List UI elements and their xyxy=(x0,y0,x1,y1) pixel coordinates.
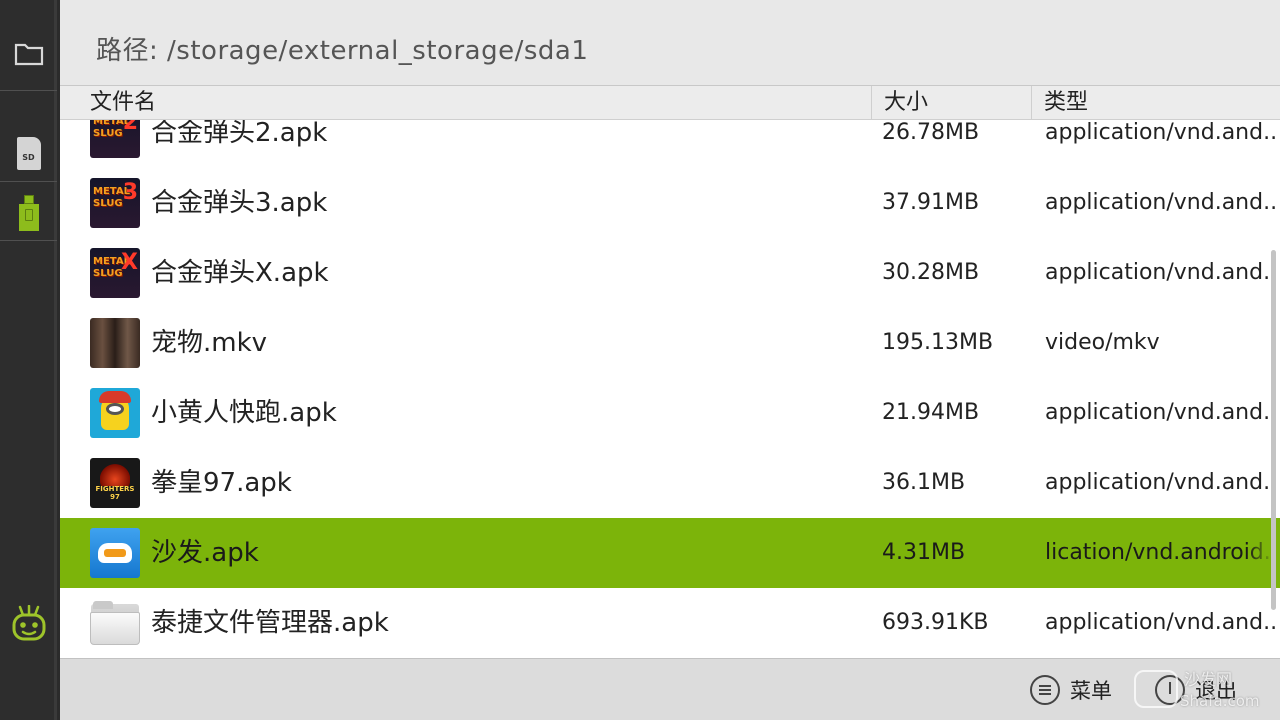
watermark-logo-icon xyxy=(1134,670,1178,708)
watermark-line1: 沙发网 xyxy=(1184,670,1233,689)
file-size: 693.91KB xyxy=(882,610,989,635)
file-name: 合金弹头2.apk xyxy=(151,120,328,148)
watermark: 沙发网 Shafa.com xyxy=(1130,664,1275,718)
file-type: application/vnd.and... xyxy=(1045,120,1275,145)
file-type: application/vnd.and... xyxy=(1045,190,1275,215)
file-row[interactable]: 泰捷文件管理器.apk 693.91KB application/vnd.and… xyxy=(60,588,1280,658)
path-bar: 路径: /storage/external_storage/sda1 xyxy=(60,0,1280,86)
sidebar-robot-button[interactable] xyxy=(0,600,57,648)
current-path: 路径: /storage/external_storage/sda1 xyxy=(96,30,588,67)
metal-slug-2-icon: METAL SLUG 2 xyxy=(90,120,140,158)
file-size: 37.91MB xyxy=(882,190,980,215)
file-type: application/vnd.and... xyxy=(1045,260,1275,285)
watermark-line2: Shafa.com xyxy=(1180,692,1260,710)
path-label: 路径: xyxy=(96,36,159,66)
sidebar-divider xyxy=(0,181,57,182)
file-browser-panel: 路径: /storage/external_storage/sda1 文件名 大… xyxy=(60,0,1280,720)
minion-rush-icon xyxy=(90,388,140,438)
file-size: 195.13MB xyxy=(882,330,994,355)
file-row[interactable]: METAL SLUG 2 合金弹头2.apk 26.78MB applicati… xyxy=(60,120,1280,168)
sidebar-sd-card-button[interactable]: SD xyxy=(0,128,57,178)
file-row[interactable]: 小黄人快跑.apk 21.94MB application/vnd.and... xyxy=(60,378,1280,448)
robot-face-icon xyxy=(12,605,45,641)
sidebar-divider xyxy=(0,90,57,91)
file-list: METAL SLUG 2 合金弹头2.apk 26.78MB applicati… xyxy=(60,120,1280,658)
menu-icon xyxy=(1030,675,1060,705)
menu-label: 菜单 xyxy=(1070,679,1112,703)
file-type: lication/vnd.android.p xyxy=(1045,540,1275,565)
file-size: 30.28MB xyxy=(882,260,980,285)
menu-button[interactable]: 菜单 xyxy=(1030,673,1112,707)
file-name: 拳皇97.apk xyxy=(151,468,292,498)
file-type: application/vnd.and... xyxy=(1045,610,1275,635)
column-header: 文件名 大小 类型 xyxy=(60,86,1280,120)
kof97-icon: FIGHTERS 97 xyxy=(90,458,140,508)
sofa-icon xyxy=(90,528,140,578)
file-row[interactable]: 宠物.mkv 195.13MB video/mkv xyxy=(60,308,1280,378)
file-name: 沙发.apk xyxy=(151,538,259,568)
column-header-size[interactable]: 大小 xyxy=(874,86,1032,120)
file-size: 26.78MB xyxy=(882,120,980,145)
column-header-name[interactable]: 文件名 xyxy=(90,86,872,120)
file-name: 泰捷文件管理器.apk xyxy=(151,608,389,638)
file-size: 4.31MB xyxy=(882,540,966,565)
file-size: 36.1MB xyxy=(882,470,966,495)
sidebar-folder-button[interactable] xyxy=(0,22,57,86)
column-header-type[interactable]: 类型 xyxy=(1034,86,1280,120)
file-type: video/mkv xyxy=(1045,330,1160,355)
metal-slug-3-icon: METAL SLUG 3 xyxy=(90,178,140,228)
sd-card-label: SD xyxy=(22,152,35,162)
sidebar-divider xyxy=(0,240,57,241)
file-type: application/vnd.and... xyxy=(1045,470,1275,495)
list-scrollbar[interactable] xyxy=(1271,250,1276,610)
folder-icon xyxy=(90,598,140,648)
file-name: 合金弹头3.apk xyxy=(151,188,328,218)
sidebar-usb-button[interactable] xyxy=(0,190,57,236)
folder-icon xyxy=(14,43,43,66)
file-name: 宠物.mkv xyxy=(151,328,268,358)
sd-card-icon: SD xyxy=(16,136,41,170)
bottom-bar: 菜单 退出 xyxy=(60,658,1280,720)
file-row[interactable]: METAL SLUG X 合金弹头X.apk 30.28MB applicati… xyxy=(60,238,1280,308)
file-name: 合金弹头X.apk xyxy=(151,258,329,288)
file-type: application/vnd.and... xyxy=(1045,400,1275,425)
file-row[interactable]: FIGHTERS 97 拳皇97.apk 36.1MB application/… xyxy=(60,448,1280,518)
sidebar: SD xyxy=(0,0,57,720)
file-row-selected[interactable]: 沙发.apk 4.31MB lication/vnd.android.p xyxy=(60,518,1280,588)
usb-drive-icon xyxy=(18,195,39,231)
path-value: /storage/external_storage/sda1 xyxy=(167,36,589,66)
metal-slug-x-icon: METAL SLUG X xyxy=(90,248,140,298)
file-row[interactable]: METAL SLUG 3 合金弹头3.apk 37.91MB applicati… xyxy=(60,168,1280,238)
file-size: 21.94MB xyxy=(882,400,980,425)
file-name: 小黄人快跑.apk xyxy=(151,398,337,428)
video-thumbnail-icon xyxy=(90,318,140,368)
